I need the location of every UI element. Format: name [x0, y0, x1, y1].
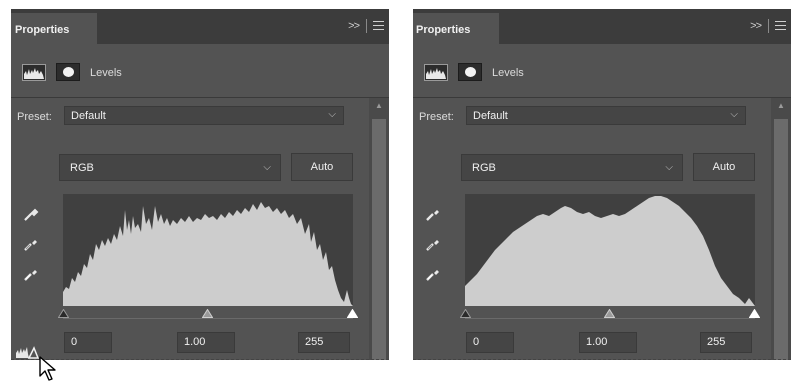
channel-value: RGB [472, 162, 496, 174]
histogram [63, 194, 353, 306]
channel-dropdown[interactable]: RGB ⌵ [59, 154, 281, 181]
histogram [465, 194, 755, 306]
panel-titlebar: Properties >> [11, 9, 389, 44]
panel-menu-icon[interactable] [373, 21, 384, 30]
tab-properties[interactable]: Properties [11, 13, 97, 44]
chevron-down-icon: ⌵ [665, 162, 673, 173]
tab-title: Properties [15, 24, 70, 36]
input-gamma-field[interactable]: 1.00 [579, 332, 637, 353]
gray-point-eyedropper-icon[interactable] [23, 236, 39, 252]
scrollbar-thumb[interactable] [372, 119, 386, 360]
calculate-histogram-icon[interactable] [15, 345, 39, 359]
preset-label: Preset: [17, 111, 52, 123]
adjustment-name: Levels [90, 67, 122, 79]
preset-value: Default [473, 110, 508, 122]
panel-bottom-edge [413, 359, 791, 360]
histogram-graph [63, 202, 353, 306]
properties-panel-right: Properties >> Levels ▲ Preset: Default ⌵… [413, 9, 791, 360]
white-point-eyedropper-icon[interactable] [425, 266, 441, 282]
levels-icon[interactable] [424, 64, 448, 81]
scroll-up-arrow-icon[interactable]: ▲ [375, 101, 383, 110]
double-chevron-right-icon[interactable]: >> [750, 20, 762, 32]
panel-titlebar: Properties >> [413, 9, 791, 44]
scrollbar-thumb[interactable] [774, 119, 788, 360]
channel-dropdown[interactable]: RGB ⌵ [461, 154, 683, 181]
white-point-slider[interactable] [347, 309, 358, 318]
white-point-slider[interactable] [749, 309, 760, 318]
white-point-eyedropper-icon[interactable] [23, 266, 39, 282]
titlebar-separator [366, 19, 367, 33]
scrollbar[interactable]: ▲ [369, 98, 389, 360]
input-black-field[interactable]: 0 [64, 332, 112, 353]
mask-icon[interactable] [458, 63, 482, 81]
auto-button[interactable]: Auto [693, 153, 755, 181]
adjustment-row: Levels [11, 44, 389, 96]
preset-dropdown[interactable]: Default ⌵ [466, 106, 746, 125]
mask-icon[interactable] [56, 63, 80, 81]
panel-menu-icon[interactable] [775, 21, 786, 30]
black-point-slider[interactable] [460, 309, 471, 318]
mouse-pointer-icon [39, 356, 56, 381]
preset-value: Default [71, 110, 106, 122]
chevron-down-icon: ⌵ [730, 109, 738, 120]
panel-bottom-edge [11, 359, 389, 360]
scroll-up-arrow-icon[interactable]: ▲ [777, 101, 785, 110]
double-chevron-right-icon[interactable]: >> [348, 20, 360, 32]
tab-properties[interactable]: Properties [413, 13, 499, 44]
chevron-down-icon: ⌵ [263, 162, 271, 173]
black-point-slider[interactable] [58, 309, 69, 318]
preset-label: Preset: [419, 111, 454, 123]
auto-button[interactable]: Auto [291, 153, 353, 181]
input-white-field[interactable]: 255 [298, 332, 350, 353]
adjustment-row: Levels [413, 44, 791, 96]
chevron-down-icon: ⌵ [328, 109, 336, 120]
tab-title: Properties [416, 24, 471, 36]
input-gamma-field[interactable]: 1.00 [177, 332, 235, 353]
input-slider-track [63, 318, 353, 319]
preset-dropdown[interactable]: Default ⌵ [64, 106, 344, 125]
input-black-field[interactable]: 0 [466, 332, 514, 353]
channel-value: RGB [70, 162, 94, 174]
histogram-graph [465, 196, 755, 306]
input-slider-track [465, 318, 755, 319]
divider [11, 97, 389, 98]
adjustment-name: Levels [492, 67, 524, 79]
levels-icon[interactable] [22, 64, 46, 81]
black-point-eyedropper-icon[interactable] [23, 206, 39, 222]
divider [413, 97, 791, 98]
input-white-field[interactable]: 255 [700, 332, 752, 353]
properties-panel-left: Properties >> Levels ▲ Preset: Default ⌵… [11, 9, 389, 360]
black-point-eyedropper-icon[interactable] [425, 206, 441, 222]
titlebar-separator [768, 19, 769, 33]
gamma-slider[interactable] [604, 309, 615, 318]
gamma-slider[interactable] [202, 309, 213, 318]
scrollbar[interactable]: ▲ [771, 98, 791, 360]
gray-point-eyedropper-icon[interactable] [425, 236, 441, 252]
